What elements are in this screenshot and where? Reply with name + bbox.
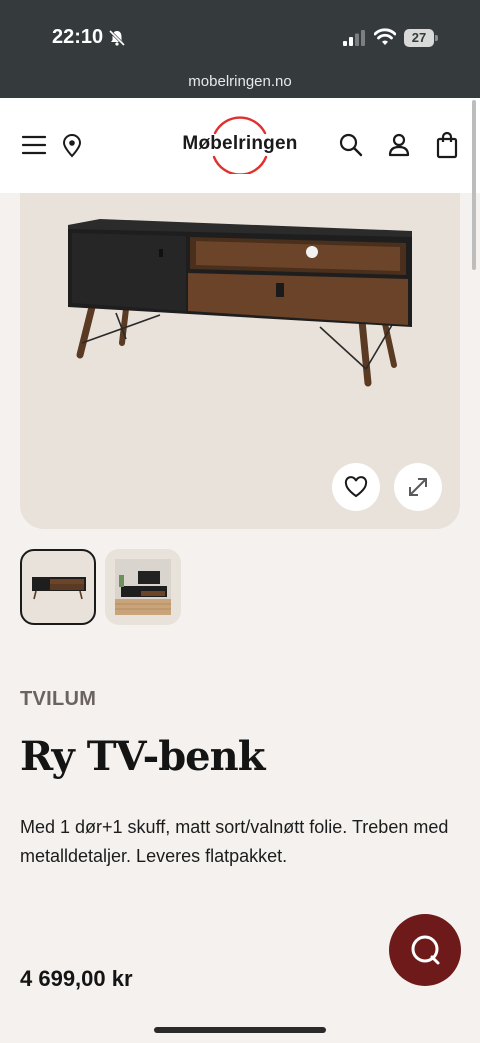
product-description: Med 1 dør+1 skuff, matt sort/valnøtt fol… [20, 817, 449, 866]
status-time: 22:10 [52, 26, 104, 48]
search-icon[interactable] [339, 133, 363, 157]
home-indicator[interactable] [154, 1027, 326, 1033]
expand-image-button[interactable] [394, 463, 442, 511]
site-header: Møbelringen [0, 98, 480, 193]
address-bar-url[interactable]: mobelringen.no [0, 73, 480, 90]
heart-icon [344, 476, 368, 498]
page-scrollbar[interactable] [472, 100, 476, 270]
thumbnail-2[interactable] [105, 549, 181, 625]
tv-bench-product-photo [32, 577, 86, 600]
logo-text: Møbelringen [182, 133, 298, 154]
wifi-icon [374, 28, 396, 45]
chat-icon [411, 935, 440, 965]
chat-button[interactable] [389, 914, 461, 986]
site-logo[interactable]: Møbelringen [180, 116, 300, 174]
shopping-bag-icon[interactable] [436, 131, 458, 159]
expand-icon [409, 478, 427, 496]
thumbnail-1[interactable] [20, 549, 96, 625]
favorite-button[interactable] [332, 463, 380, 511]
product-brand[interactable]: TVILUM [20, 688, 96, 711]
tv-bench-room-photo [115, 559, 171, 615]
user-icon[interactable] [388, 133, 410, 157]
silent-bell-icon [108, 29, 126, 47]
battery-level: 27 [404, 29, 434, 47]
menu-icon[interactable] [22, 134, 46, 156]
product-title: Ry TV-benk [20, 733, 265, 780]
signal-icon [343, 30, 365, 46]
location-pin-icon[interactable] [62, 134, 82, 158]
product-image-gallery[interactable] [20, 193, 460, 529]
status-bar: 22:10 27 mobelringen.no [0, 0, 480, 98]
product-price: 4 699,00 kr [20, 966, 133, 991]
tv-bench-product-photo [68, 219, 412, 387]
battery-icon: 27 [404, 29, 438, 47]
